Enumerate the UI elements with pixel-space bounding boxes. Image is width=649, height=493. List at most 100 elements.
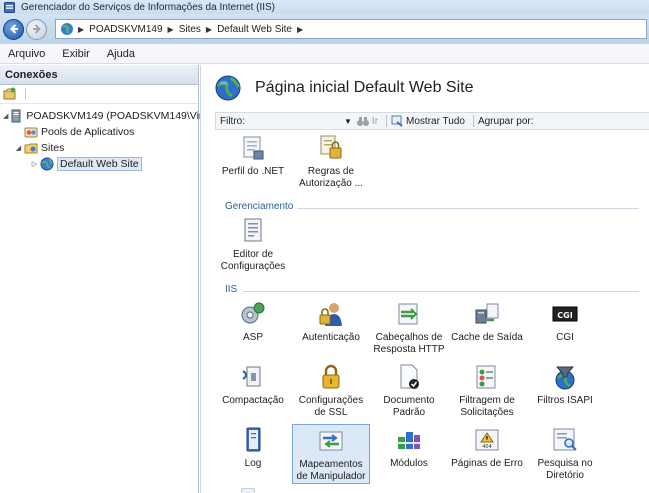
filter-bar: Filtro: ▼ Ir Mostrar Tudo Agrupar por: (215, 112, 649, 130)
toolbar-separator (386, 115, 388, 127)
output-cache-icon (473, 300, 501, 328)
forward-button[interactable] (26, 18, 47, 40)
feature-filtragem-solicitacoes[interactable]: Filtragem de Solicitações (448, 361, 526, 419)
toolbar-separator (472, 115, 474, 127)
asp-icon (239, 300, 267, 328)
filter-dropdown-icon[interactable]: ▼ (344, 117, 352, 126)
feature-mapeamentos-manipulador[interactable]: Mapeamentos de Manipulador (292, 424, 370, 484)
compression-icon (239, 363, 267, 391)
feature-paginas-erro[interactable]: 404 Páginas de Erro (448, 424, 526, 470)
connections-header: Conexões (0, 65, 198, 85)
back-button[interactable] (3, 18, 24, 40)
tree-node-default-web-site[interactable]: ▷ Default Web Site (0, 156, 198, 172)
breadcrumb-separator-icon[interactable]: ▶ (297, 25, 303, 34)
feature-compactacao[interactable]: Compactação (214, 361, 292, 407)
go-button[interactable]: Ir (356, 116, 378, 127)
globe-icon (40, 157, 54, 171)
feature-documento-padrao[interactable]: Documento Padrão (370, 361, 448, 419)
globe-icon (215, 75, 241, 101)
connections-tree: ◢ POADSKVM149 (POADSKVM149\Virt Pools de… (0, 104, 205, 172)
feature-regras-autorizacao[interactable]: Regras de Autorização ... (292, 132, 370, 190)
connections-toolbar (0, 85, 198, 104)
cgi-icon: CGI (551, 300, 579, 328)
server-globe-icon (60, 22, 74, 36)
authorization-rules-icon (317, 134, 345, 162)
svg-text:CGI: CGI (557, 311, 572, 320)
partial-feature-icon (241, 488, 255, 493)
binoculars-icon (356, 116, 369, 126)
sites-folder-icon (24, 141, 38, 155)
breadcrumb-server[interactable]: POADSKVM149 (89, 24, 162, 35)
tree-node-label: POADSKVM149 (POADSKVM149\Virt (26, 110, 206, 122)
configuration-editor-icon (239, 217, 267, 245)
request-filtering-icon (473, 363, 501, 391)
section-divider (243, 291, 639, 292)
app-pools-icon (24, 125, 38, 139)
feature-autenticacao[interactable]: Autenticação (292, 298, 370, 344)
feature-editor-configuracoes[interactable]: Editor de Configurações (214, 215, 292, 273)
tree-node-app-pools[interactable]: Pools de Aplicativos (0, 124, 198, 140)
new-connection-icon[interactable] (3, 87, 17, 101)
http-response-headers-icon (395, 300, 423, 328)
toolbar-separator (25, 88, 26, 100)
page-header: Página inicial Default Web Site (201, 65, 649, 111)
handler-mappings-icon (317, 427, 345, 455)
ssl-lock-icon (317, 363, 345, 391)
tree-node-label: Sites (41, 142, 65, 154)
error-pages-icon: 404 (473, 426, 501, 454)
tree-node-label: Pools de Aplicativos (41, 126, 135, 138)
section-header-gerenciamento: Gerenciamento (225, 201, 294, 212)
features-view: Página inicial Default Web Site Filtro: … (200, 65, 649, 493)
tree-node-label: Default Web Site (57, 157, 142, 171)
iis-app-icon (4, 1, 15, 13)
collapse-icon[interactable]: ◢ (3, 112, 8, 120)
feature-log[interactable]: Log (214, 424, 292, 470)
show-all-button[interactable]: Mostrar Tudo (391, 115, 465, 127)
connections-panel: Conexões ◢ POADSKVM149 (POADSKVM149\Virt… (0, 65, 205, 493)
feature-configuracoes-ssl[interactable]: Configurações de SSL (292, 361, 370, 419)
menu-ajuda[interactable]: Ajuda (105, 47, 137, 61)
page-title: Página inicial Default Web Site (255, 79, 474, 96)
filter-label: Filtro: (220, 115, 245, 127)
filter-input[interactable] (248, 114, 344, 128)
log-icon (239, 426, 267, 454)
show-all-icon (391, 115, 403, 127)
menu-bar: Arquivo Exibir Ajuda (0, 44, 649, 64)
window-title: Gerenciador do Serviços de Informações d… (21, 1, 276, 13)
group-by-dropdown[interactable]: Agrupar por: (478, 116, 534, 127)
arrow-left-icon (9, 24, 18, 34)
feature-modulos[interactable]: Módulos (370, 424, 448, 470)
breadcrumb-separator-icon: ▶ (167, 24, 174, 34)
expand-icon[interactable]: ▷ (30, 160, 39, 168)
tree-node-sites[interactable]: ◢ Sites (0, 140, 198, 156)
menu-arquivo[interactable]: Arquivo (6, 47, 47, 61)
arrow-right-icon (32, 24, 41, 34)
section-header-iis: IIS (225, 284, 238, 295)
feature-cache-saida[interactable]: Cache de Saída (448, 298, 526, 344)
default-document-icon (395, 363, 423, 391)
feature-asp[interactable]: ASP (214, 298, 292, 344)
tree-node-server[interactable]: ◢ POADSKVM149 (POADSKVM149\Virt (0, 108, 205, 124)
menu-exibir[interactable]: Exibir (60, 47, 92, 61)
feature-pesquisa-diretorio[interactable]: Pesquisa no Diretório (526, 424, 604, 482)
feature-filtros-isapi[interactable]: Filtros ISAPI (526, 361, 604, 407)
breadcrumb-separator-icon: ▶ (78, 24, 85, 34)
section-divider (297, 208, 639, 209)
breadcrumb-separator-icon: ▶ (205, 24, 213, 34)
svg-text:404: 404 (482, 444, 492, 450)
isapi-filters-icon (551, 363, 579, 391)
title-bar: Gerenciador do Serviços de Informações d… (0, 0, 649, 14)
feature-cgi[interactable]: CGI CGI (526, 298, 604, 344)
breadcrumb-site[interactable]: Default Web Site (217, 24, 292, 35)
directory-browsing-icon (551, 426, 579, 454)
address-bar[interactable]: ▶ POADSKVM149 ▶ Sites ▶ Default Web Site… (55, 19, 647, 39)
feature-perfil-net[interactable]: Perfil do .NET (214, 132, 292, 178)
modules-icon (395, 426, 423, 454)
dotnet-profile-icon (239, 134, 267, 162)
server-icon (9, 109, 23, 123)
collapse-icon[interactable]: ◢ (14, 144, 23, 152)
authentication-icon (317, 300, 345, 328)
breadcrumb-sites[interactable]: Sites (179, 24, 201, 35)
navigation-bar: ▶ POADSKVM149 ▶ Sites ▶ Default Web Site… (0, 14, 649, 44)
feature-cabecalhos-resposta[interactable]: Cabeçalhos de Resposta HTTP (370, 298, 448, 356)
